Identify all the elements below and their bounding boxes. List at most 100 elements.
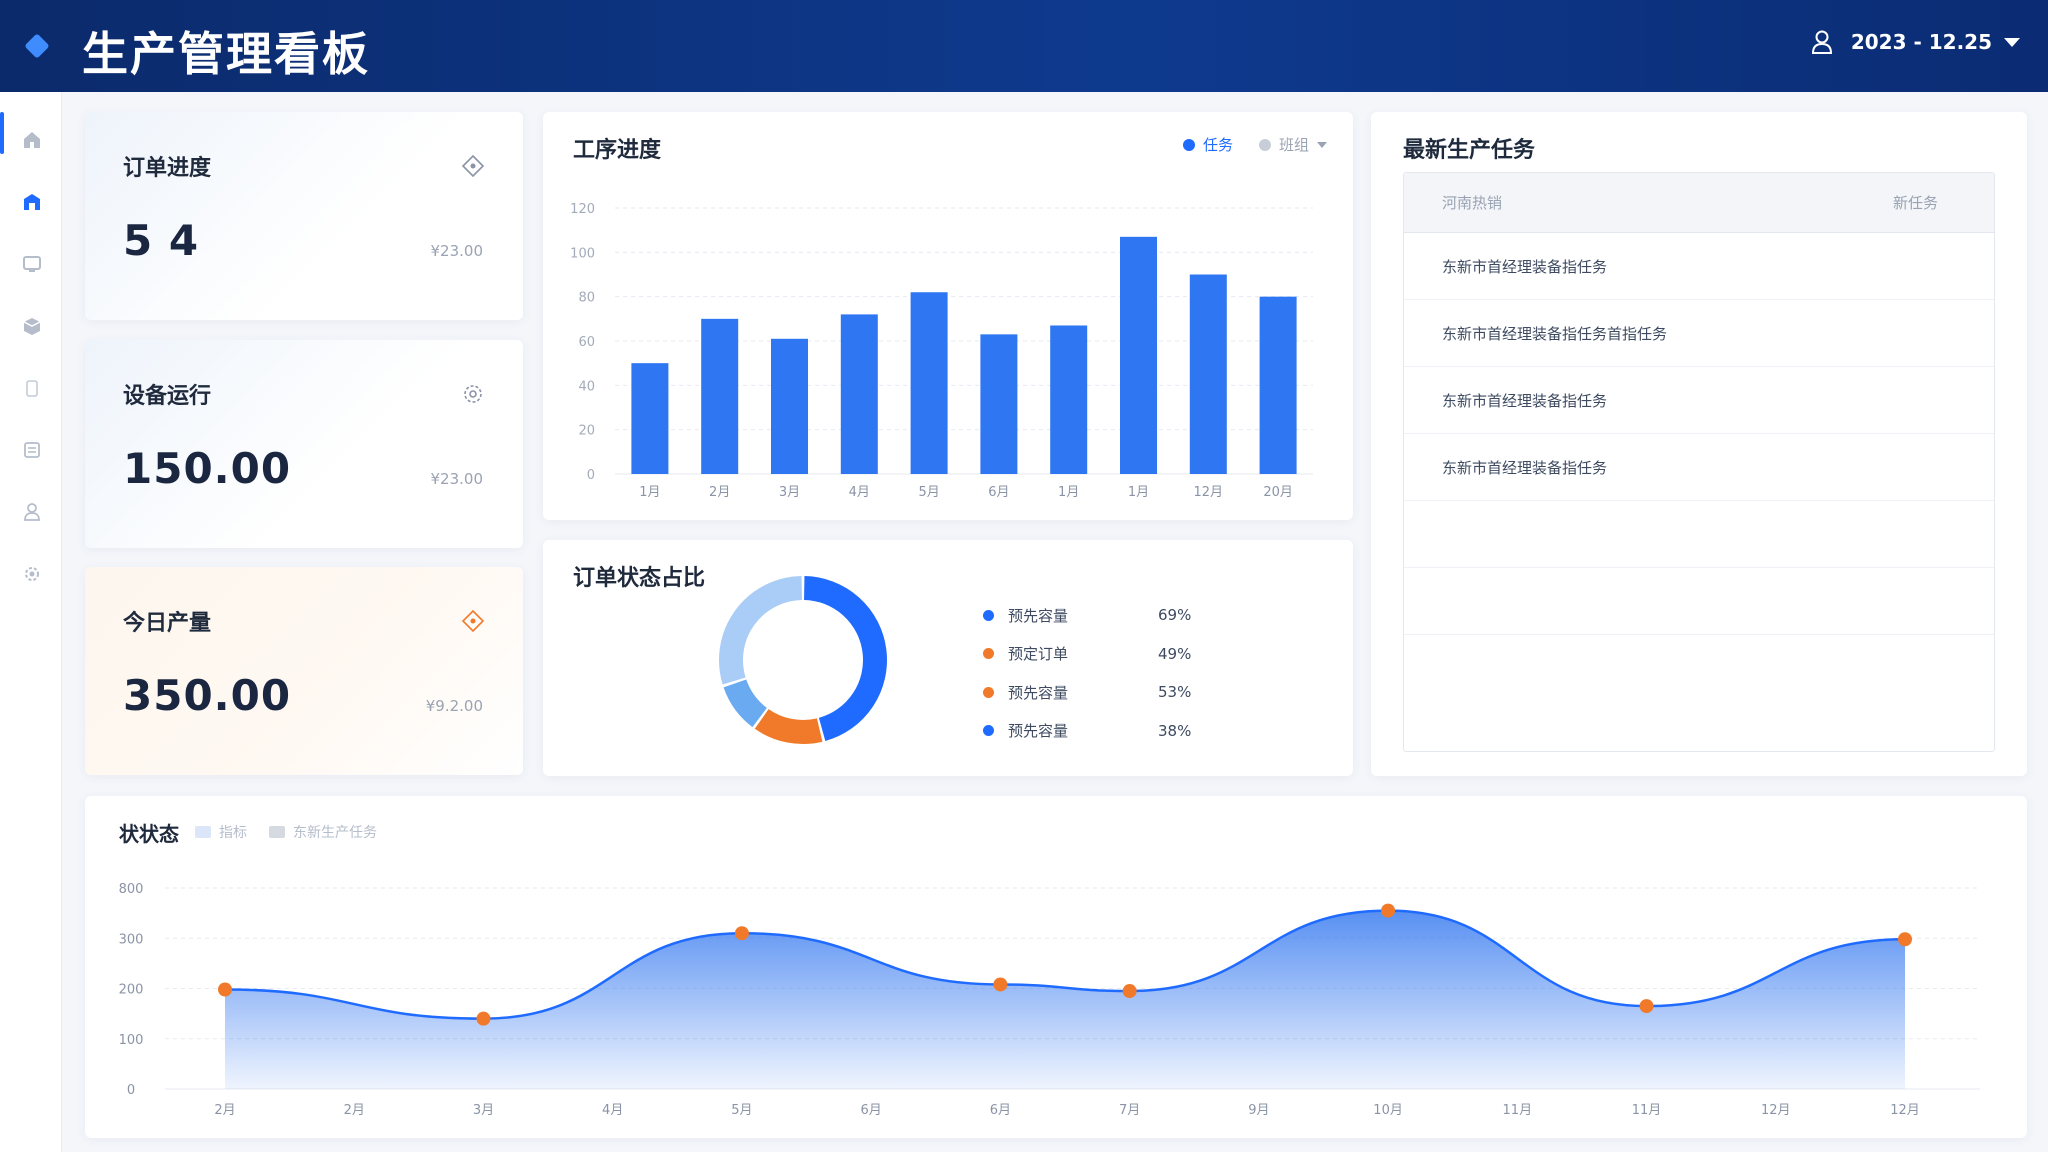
list-icon[interactable]: [20, 438, 44, 462]
user-icon[interactable]: [1811, 30, 1833, 54]
bar: [1189, 274, 1227, 474]
monitor-icon[interactable]: [20, 252, 44, 276]
data-point: [1898, 932, 1912, 947]
x-tick-label: 6月: [990, 1103, 1011, 1118]
header-controls: 2023 - 12.25: [1811, 30, 2020, 54]
kpi-card-equipment[interactable]: 设备运行 150.00 ¥23.00: [85, 340, 523, 548]
pie-slice: [719, 576, 803, 685]
kpi-title: 订单进度: [123, 156, 212, 181]
bar-chart: 0 20 40 60 80 100 120 1月 2月 3月 4月 5月 6月 1月 1月 12月 20月: [570, 202, 1313, 500]
order-status-panel: 订单状态占比 预先容量 69% 预定订单 49% 预先容量 53% 预先容量 38%: [543, 540, 1353, 776]
legend-dot: [983, 609, 994, 621]
x-tick-label: 11月: [1632, 1103, 1662, 1118]
table-row: [1404, 501, 1994, 568]
bar: [771, 338, 808, 474]
x-tick-label: 20月: [1263, 485, 1293, 500]
kpi-subvalue: ¥23.00: [430, 242, 484, 260]
home-icon[interactable]: [20, 128, 44, 152]
x-tick-label: 12月: [1194, 485, 1224, 500]
kpi-value: 5 4: [123, 216, 200, 265]
table-row[interactable]: 东新市首经理装备指任务: [1404, 367, 1994, 434]
top-bar: 生产管理看板 2023 - 12.25: [0, 0, 2048, 92]
table-header: 河南热销 新任务: [1404, 173, 1994, 233]
x-tick-label: 4月: [602, 1103, 623, 1118]
date-selector[interactable]: 2023 - 12.25: [1851, 30, 2020, 54]
kpi-card-daily-output[interactable]: 今日产量 350.00 ¥9.2.00: [85, 567, 523, 775]
area-chart: 0 100 200 300 800 2月 2月 3月 4月 5月 6月 6月 7月 9月 10月 11月 11月…: [119, 882, 1980, 1118]
data-point: [734, 926, 749, 941]
y-tick-label: 40: [578, 379, 595, 394]
table-row: [1404, 568, 1994, 635]
kpi-subvalue: ¥9.2.00: [425, 697, 483, 715]
factory-icon[interactable]: [20, 190, 44, 214]
page-title: 生产管理看板: [82, 27, 370, 81]
legend-row[interactable]: 预先容量 38%: [983, 712, 1223, 751]
table-row[interactable]: 东新市首经理装备指任务: [1404, 434, 1994, 501]
user-icon[interactable]: [20, 500, 44, 524]
donut-chart: [719, 576, 887, 744]
x-tick-label: 2月: [709, 485, 730, 500]
data-point: [1639, 999, 1654, 1014]
bar: [1050, 325, 1088, 474]
sidebar: [0, 92, 62, 1152]
legend-label: 预定订单: [1008, 645, 1069, 664]
panel-title: 最新生产任务: [1403, 138, 1536, 163]
kpi-value: 350.00: [123, 671, 292, 720]
kpi-subvalue: ¥23.00: [430, 470, 484, 488]
legend-percent: 38%: [1158, 721, 1192, 740]
gear-icon: [464, 385, 482, 403]
target-icon: [461, 154, 485, 178]
kpi-card-order-progress[interactable]: 订单进度 5 4 ¥23.00: [85, 112, 523, 320]
data-point: [1381, 903, 1396, 918]
x-tick-label: 2月: [214, 1103, 235, 1118]
legend-dot: [983, 648, 994, 660]
x-tick-label: 6月: [861, 1103, 882, 1118]
x-tick-label: 12月: [1890, 1103, 1920, 1118]
legend-percent: 49%: [1158, 644, 1192, 663]
legend-dot: [983, 686, 994, 698]
legend-dot: [983, 725, 994, 737]
data-point: [1122, 984, 1137, 999]
table-row[interactable]: 东新市首经理装备指任务首指任务: [1404, 300, 1994, 367]
legend-label: 预先容量: [1008, 606, 1069, 625]
legend-row[interactable]: 预定订单 49%: [983, 635, 1223, 674]
column-header[interactable]: 河南热销: [1442, 192, 1502, 213]
x-tick-label: 1月: [1058, 485, 1079, 500]
legend-row[interactable]: 预先容量 69%: [983, 596, 1223, 635]
y-tick-label: 120: [570, 202, 595, 217]
x-tick-label: 10月: [1373, 1103, 1403, 1118]
data-point: [218, 982, 232, 997]
bar: [980, 334, 1018, 474]
legend-label: 预先容量: [1008, 722, 1069, 741]
x-tick-label: 3月: [779, 485, 800, 500]
table-row[interactable]: 东新市首经理装备指任务: [1404, 233, 1994, 300]
x-tick-label: 2月: [344, 1103, 365, 1118]
data-point: [993, 977, 1008, 992]
y-tick-label: 60: [578, 335, 595, 350]
x-tick-label: 6月: [988, 485, 1009, 500]
kpi-value: 150.00: [123, 444, 292, 493]
settings-icon[interactable]: [20, 562, 44, 586]
box-icon[interactable]: [20, 314, 44, 338]
x-tick-label: 1月: [1128, 485, 1149, 500]
x-tick-label: 7月: [1119, 1103, 1140, 1118]
target-icon: [461, 609, 485, 633]
x-tick-label: 12月: [1761, 1103, 1791, 1118]
y-tick-label: 80: [578, 291, 595, 306]
bar: [840, 314, 878, 474]
clipboard-icon[interactable]: [20, 376, 44, 400]
x-tick-label: 3月: [473, 1103, 494, 1118]
pie-legend: 预先容量 69% 预定订单 49% 预先容量 53% 预先容量 38%: [983, 596, 1223, 750]
y-tick-label: 0: [127, 1083, 135, 1098]
x-tick-label: 1月: [639, 485, 660, 500]
bar: [631, 363, 669, 474]
y-tick-label: 200: [119, 983, 144, 998]
legend-label: 预先容量: [1008, 683, 1069, 702]
x-tick-label: 4月: [849, 485, 870, 500]
y-tick-label: 0: [587, 468, 595, 483]
legend-row[interactable]: 预先容量 53%: [983, 673, 1223, 712]
x-tick-label: 5月: [918, 485, 939, 500]
legend-percent: 69%: [1158, 606, 1192, 625]
kpi-title: 设备运行: [123, 384, 212, 409]
column-header[interactable]: 新任务: [1893, 192, 1938, 213]
